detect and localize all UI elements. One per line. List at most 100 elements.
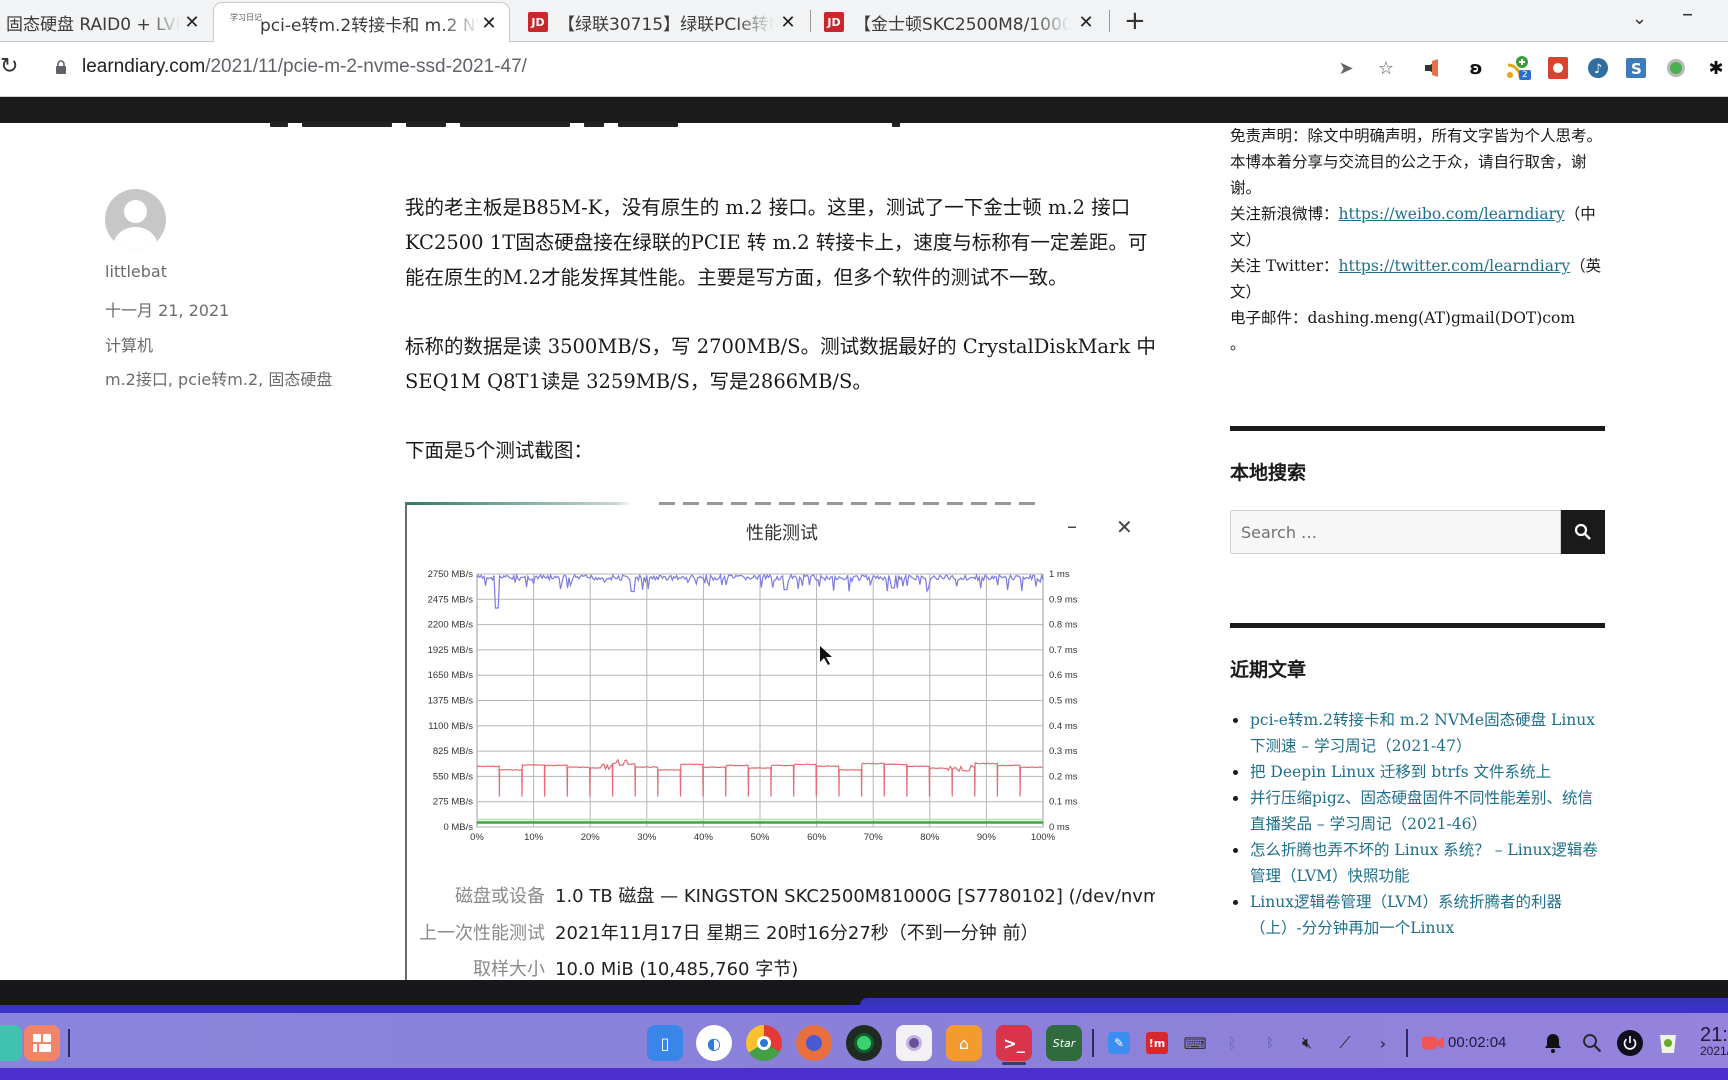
green-circle-icon[interactable] [1664, 56, 1688, 80]
screen-recording-icon[interactable] [1422, 1032, 1444, 1054]
svg-text:S: S [1631, 60, 1642, 78]
trash-icon[interactable] [1657, 1032, 1679, 1054]
recent-post-link[interactable]: pci-e转m.2转接卡和 m.2 NVMe固态硬盘 Linux 下测速 – 学… [1250, 711, 1595, 755]
author-link[interactable]: littlebat [105, 262, 167, 281]
tag-link[interactable]: m.2接口 [105, 370, 168, 389]
x-tick-label: 30% [637, 832, 657, 843]
music-note-icon[interactable]: ♪ [1586, 56, 1610, 80]
info-value: 2021年11月17日 星期三 20时16分27秒（不到一分钟 前） [555, 923, 1039, 944]
tab-pcie-m2-active[interactable]: 学习日记 pci-e转m.2转接卡和 m.2 NVMe ✕ [213, 2, 510, 43]
recent-post-link[interactable]: Linux逻辑卷管理（LVM）系统折腾者的利器（上）-分分钟再加一个Linux [1250, 893, 1562, 937]
y-tick-label-left: 2475 MB/s [428, 594, 474, 605]
clock-time: 21: [1700, 1024, 1728, 1046]
recent-post-link[interactable]: 把 Deepin Linux 迁移到 btrfs 文件系统上 [1250, 763, 1551, 781]
tab-search-chevron-icon[interactable]: ⌄ [1632, 8, 1647, 29]
recent-post-item: 把 Deepin Linux 迁移到 btrfs 文件系统上 [1230, 759, 1605, 785]
y-tick-label-left: 1375 MB/s [428, 696, 474, 707]
reload-icon[interactable]: ↻ [0, 54, 18, 79]
post-date[interactable]: 十一月 21, 2021 [105, 297, 229, 321]
x-tick-label: 20% [581, 832, 601, 843]
tag-link[interactable]: pcie转m.2 [178, 370, 258, 389]
search-button[interactable] [1561, 510, 1605, 554]
recent-post-link[interactable]: 并行压缩pigz、固态硬盘固件不同性能差别、统信直播奖品 – 学习周记（2021… [1250, 789, 1593, 833]
stardict-icon[interactable]: Star [1046, 1025, 1082, 1061]
chrome-icon[interactable] [746, 1025, 782, 1061]
taskbar-notch [860, 998, 1728, 1005]
bluetooth-icon[interactable]: ᛒ [1221, 1032, 1243, 1054]
bookmark-star-icon[interactable]: ☆ [1374, 56, 1398, 80]
firefox-icon[interactable] [796, 1025, 832, 1061]
active-app-indicator [1002, 1062, 1026, 1065]
disclaimer-text: 免责声明：除文中明确声明，所有文字皆为个人思考。本博本着分享与交流目的公之于众，… [1230, 127, 1603, 197]
deepin-movie-icon[interactable] [846, 1025, 882, 1061]
send-icon[interactable]: ➤ [1334, 56, 1358, 80]
power-icon[interactable] [1617, 1030, 1643, 1056]
recent-posts-heading: 近期文章 [1230, 659, 1307, 681]
window-minimize-icon[interactable]: – [1682, 2, 1693, 27]
twitter-link[interactable]: https://twitter.com/learndiary [1338, 257, 1570, 275]
tab-title: pci-e转m.2转接卡和 m.2 NVMe [260, 15, 480, 36]
red-robot-icon[interactable] [1546, 56, 1570, 80]
y-tick-label-right: 0.3 ms [1049, 746, 1078, 757]
weibo-link[interactable]: https://weibo.com/learndiary [1339, 205, 1565, 223]
im-icon[interactable]: !m [1146, 1032, 1168, 1054]
y-tick-label-right: 0.1 ms [1049, 797, 1078, 808]
terminal-icon[interactable]: >_ [996, 1025, 1032, 1061]
camera-icon[interactable] [896, 1025, 932, 1061]
multitask-view-icon[interactable] [0, 1025, 22, 1061]
megaphone-icon[interactable] [1422, 56, 1446, 80]
y-tick-label-right: 0.8 ms [1049, 620, 1078, 631]
y-tick-label-left: 825 MB/s [433, 746, 473, 757]
learndiary-favicon-icon: 学习日记 [230, 13, 262, 22]
url-input[interactable]: learndiary.com/2021/11/pcie-m-2-nvme-ssd… [82, 56, 527, 78]
x-tick-label: 40% [694, 832, 714, 843]
launcher-grid-icon[interactable] [24, 1025, 60, 1061]
post-author[interactable]: littlebat [105, 262, 167, 281]
email-suffix: 。 [1230, 335, 1246, 353]
tab-separator [1109, 10, 1110, 32]
recent-post-link[interactable]: 怎么折腾也弄不坏的 Linux 系统？ – Linux逻辑卷管理（LVM）快照功… [1250, 841, 1598, 885]
info-row-sample-size: 取样大小 10.0 MiB (10,485,760 字节) [407, 955, 798, 980]
y-tick-label-right: 0.4 ms [1049, 721, 1078, 732]
tab-ugreen-30715[interactable]: JD 【绿联30715】绿联PCIe转M ✕ [518, 2, 808, 42]
network-wired-icon[interactable]: ⟋ [1334, 1032, 1356, 1054]
y-tick-label-left: 2750 MB/s [428, 569, 474, 580]
puzzle-extensions-icon[interactable]: ✱ [1704, 56, 1728, 80]
notification-bell-icon[interactable] [1542, 1032, 1564, 1054]
footprint-icon[interactable]: ʚ [1464, 56, 1488, 80]
y-tick-label-left: 2200 MB/s [428, 620, 474, 631]
y-tick-label-left: 1650 MB/s [428, 670, 474, 681]
browser-tab-strip: 固态硬盘 RAID0 + LVM ✕ 学习日记 pci-e转m.2转接卡和 m.… [0, 0, 1728, 43]
y-tick-label-left: 550 MB/s [433, 771, 473, 782]
search-icon[interactable] [1581, 1032, 1603, 1054]
search-input[interactable] [1230, 510, 1561, 554]
volume-muted-icon[interactable]: 🔇︎ [1296, 1032, 1318, 1054]
app-store-icon[interactable]: ⌂ [946, 1025, 982, 1061]
clock[interactable]: 21: 2021/ [1700, 1024, 1728, 1058]
rss-plus-icon[interactable]: 2 [1505, 56, 1531, 80]
bluetooth-small-icon[interactable]: ᛒ [1259, 1032, 1281, 1054]
tab-raid0-lvm[interactable]: 固态硬盘 RAID0 + LVM ✕ [0, 2, 212, 42]
tab-close-icon[interactable]: ✕ [479, 13, 499, 34]
x-tick-label: 0% [470, 832, 484, 843]
keyboard-icon[interactable]: ⌨ [1183, 1032, 1206, 1054]
benchmark-screenshot[interactable]: 性能测试 – ✕ 0 MB/s 0 ms 275 MB/s 0.1 ms 550 MB/… [405, 502, 1155, 980]
tag-link[interactable]: 固态硬盘 [268, 370, 332, 389]
tag-separator: , [167, 370, 179, 389]
y-tick-label-right: 0.5 ms [1049, 696, 1078, 707]
page-bottom-bar [0, 980, 1728, 1005]
tab-close-icon[interactable]: ✕ [778, 12, 798, 33]
post-category[interactable]: 计算机 [105, 332, 153, 356]
s-icon[interactable]: S [1624, 56, 1648, 80]
expand-tray-icon[interactable]: › [1372, 1032, 1394, 1054]
new-tab-button[interactable]: + [1124, 6, 1146, 36]
tab-kingston-skc2500[interactable]: JD 【金士顿SKC2500M8/1000G ✕ [816, 2, 1106, 42]
author-avatar[interactable] [105, 189, 166, 250]
lock-icon[interactable] [55, 60, 67, 74]
tab-close-icon[interactable]: ✕ [182, 12, 202, 33]
tab-close-icon[interactable]: ✕ [1076, 12, 1096, 33]
feather-notes-icon[interactable]: ✎ [1108, 1032, 1130, 1054]
file-manager-icon[interactable]: ▯ [647, 1025, 683, 1061]
deepin-browser-icon[interactable]: ◐ [696, 1025, 732, 1061]
recent-posts-list: pci-e转m.2转接卡和 m.2 NVMe固态硬盘 Linux 下测速 – 学… [1230, 707, 1605, 941]
